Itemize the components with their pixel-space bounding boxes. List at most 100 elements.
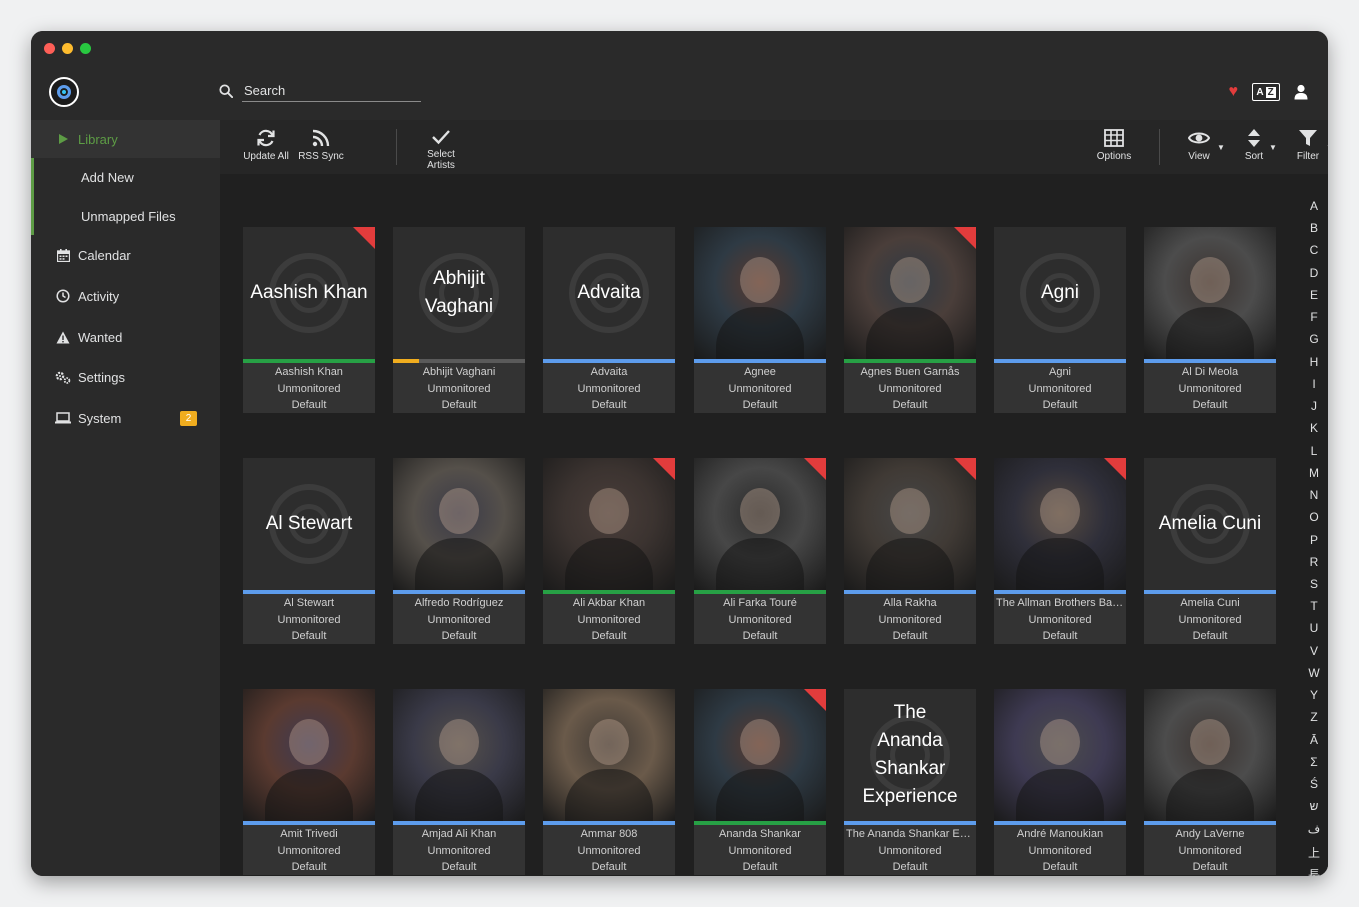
artist-card[interactable]: Andy LaVerne Unmonitored Default xyxy=(1144,689,1276,875)
jump-bar-letter[interactable]: N xyxy=(1300,488,1328,502)
artist-poster[interactable]: Abhijit Vaghani xyxy=(393,227,525,359)
jump-bar-letter[interactable]: P xyxy=(1300,533,1328,547)
jump-bar-letter[interactable]: H xyxy=(1300,355,1328,369)
view-menu-button[interactable]: View xyxy=(1180,120,1218,174)
jump-bar-letter[interactable]: W xyxy=(1300,666,1328,680)
artist-poster[interactable] xyxy=(543,689,675,821)
quality-profile: Default xyxy=(1192,861,1228,873)
jump-bar-letter[interactable]: U xyxy=(1300,621,1328,635)
search-input[interactable] xyxy=(242,80,421,102)
artist-card[interactable]: Advaita Advaita Unmonitored Default xyxy=(543,227,675,413)
user-icon[interactable] xyxy=(1294,84,1308,100)
sidebar-item-add-new[interactable]: Add New xyxy=(31,158,220,196)
sidebar-item-library[interactable]: Library xyxy=(31,120,220,158)
artist-poster[interactable] xyxy=(844,227,976,359)
artist-poster[interactable] xyxy=(393,458,525,590)
jump-bar-letter[interactable]: R xyxy=(1300,555,1328,569)
artist-card[interactable]: Agni Agni Unmonitored Default xyxy=(994,227,1126,413)
artist-poster[interactable]: Al Stewart xyxy=(243,458,375,590)
artist-poster[interactable] xyxy=(694,227,826,359)
artist-poster[interactable] xyxy=(994,458,1126,590)
jump-bar-letter[interactable]: ف xyxy=(1300,822,1328,836)
select-artists-button[interactable]: Select Artists xyxy=(414,120,468,174)
jump-bar-letter[interactable]: Ś xyxy=(1300,777,1328,791)
jump-bar-letter[interactable]: Z xyxy=(1300,710,1328,724)
artist-poster[interactable]: The Ananda Shankar Experience xyxy=(844,689,976,821)
translate-icon[interactable]: AZ xyxy=(1252,83,1280,101)
monitor-status: Unmonitored xyxy=(1178,382,1242,395)
jump-bar-letter[interactable]: K xyxy=(1300,421,1328,435)
artist-poster[interactable] xyxy=(393,689,525,821)
jump-bar-letter[interactable]: Σ xyxy=(1300,755,1328,769)
jump-bar-letter[interactable]: D xyxy=(1300,266,1328,280)
jump-bar-letter[interactable]: L xyxy=(1300,444,1328,458)
sidebar-item-wanted[interactable]: Wanted xyxy=(31,318,220,356)
sort-label: Sort xyxy=(1244,151,1264,162)
options-button[interactable]: Options xyxy=(1092,120,1136,174)
artist-card[interactable]: Ali Akbar Khan Unmonitored Default xyxy=(543,458,675,644)
artist-card[interactable]: Al Di Meola Unmonitored Default xyxy=(1144,227,1276,413)
jump-bar-letter[interactable]: G xyxy=(1300,332,1328,346)
artist-card[interactable]: André Manoukian Unmonitored Default xyxy=(994,689,1126,875)
artist-poster[interactable] xyxy=(694,458,826,590)
artist-card[interactable]: Ananda Shankar Unmonitored Default xyxy=(694,689,826,875)
artist-card[interactable]: Abhijit Vaghani Abhijit Vaghani Unmonitore… xyxy=(393,227,525,413)
filter-menu-button[interactable]: Filter xyxy=(1290,120,1326,174)
artist-card[interactable]: Amjad Ali Khan Unmonitored Default xyxy=(393,689,525,875)
donate-heart-icon[interactable]: ♥ xyxy=(1229,84,1239,100)
artist-card[interactable]: Aashish Khan Aashish Khan Unmonitored Defau… xyxy=(243,227,375,413)
minimize-window-button[interactable] xyxy=(62,43,73,54)
jump-bar-letter[interactable]: ש xyxy=(1300,799,1328,813)
sidebar-item-activity[interactable]: Activity xyxy=(31,277,220,315)
artist-poster[interactable] xyxy=(994,689,1126,821)
jump-bar-letter[interactable]: A xyxy=(1300,199,1328,213)
artist-card[interactable]: Ali Farka Touré Unmonitored Default xyxy=(694,458,826,644)
maximize-window-button[interactable] xyxy=(80,43,91,54)
jump-bar-letter[interactable]: C xyxy=(1300,243,1328,257)
jump-bar-letter[interactable]: E xyxy=(1300,288,1328,302)
lidarr-logo-icon[interactable] xyxy=(49,77,79,107)
jump-bar-letter[interactable]: B xyxy=(1300,221,1328,235)
artist-poster[interactable]: Agni xyxy=(994,227,1126,359)
artist-poster[interactable]: Aashish Khan xyxy=(243,227,375,359)
artist-card[interactable]: Agnee Unmonitored Default xyxy=(694,227,826,413)
jump-bar-letter[interactable]: O xyxy=(1300,510,1328,524)
sort-menu-button[interactable]: Sort xyxy=(1236,120,1272,174)
artist-card[interactable]: The Allman Brothers Band Unmonitored Defau… xyxy=(994,458,1126,644)
jump-bar-letter[interactable]: J xyxy=(1300,399,1328,413)
jump-bar-letter[interactable]: F xyxy=(1300,310,1328,324)
artist-poster[interactable] xyxy=(1144,689,1276,821)
jump-bar-letter[interactable]: 上 xyxy=(1300,844,1328,861)
artist-poster[interactable] xyxy=(243,689,375,821)
jump-bar-letter[interactable]: M xyxy=(1300,466,1328,480)
close-window-button[interactable] xyxy=(44,43,55,54)
artist-poster[interactable]: Amelia Cuni xyxy=(1144,458,1276,590)
sidebar-item-calendar[interactable]: Calendar xyxy=(31,236,220,274)
jump-bar-letter[interactable]: Ā xyxy=(1300,733,1328,747)
jump-bar-letter[interactable]: 長 xyxy=(1300,866,1328,876)
jump-bar-letter[interactable]: T xyxy=(1300,599,1328,613)
artist-card[interactable]: Al Stewart Al Stewart Unmonitored Default xyxy=(243,458,375,644)
jump-bar-letter[interactable]: S xyxy=(1300,577,1328,591)
artist-card[interactable]: Amelia Cuni Amelia Cuni Unmonitored Default xyxy=(1144,458,1276,644)
jump-bar-letter[interactable]: I xyxy=(1300,377,1328,391)
sidebar-item-unmapped-files[interactable]: Unmapped Files xyxy=(31,197,220,235)
rss-sync-button[interactable]: RSS Sync xyxy=(296,120,346,174)
artist-card[interactable]: The Ananda Shankar Experience The Ananda … xyxy=(844,689,976,875)
artist-poster[interactable] xyxy=(694,689,826,821)
sidebar-item-settings[interactable]: Settings xyxy=(31,358,220,396)
update-all-button[interactable]: Update All xyxy=(240,120,292,174)
artist-poster[interactable]: Advaita xyxy=(543,227,675,359)
jump-bar-letter[interactable]: V xyxy=(1300,644,1328,658)
artist-card[interactable]: Agnes Buen Garnås Unmonitored Default xyxy=(844,227,976,413)
artist-card[interactable]: Alfredo Rodríguez Unmonitored Default xyxy=(393,458,525,644)
artist-poster[interactable] xyxy=(844,458,976,590)
artist-card[interactable]: Ammar 808 Unmonitored Default xyxy=(543,689,675,875)
artist-poster[interactable] xyxy=(543,458,675,590)
jump-bar-letter[interactable]: Y xyxy=(1300,688,1328,702)
artist-card[interactable]: Alla Rakha Unmonitored Default xyxy=(844,458,976,644)
artist-poster[interactable] xyxy=(1144,227,1276,359)
sidebar-item-system[interactable]: System 2 xyxy=(31,399,220,437)
quality-profile: Default xyxy=(1042,630,1078,642)
artist-card[interactable]: Amit Trivedi Unmonitored Default xyxy=(243,689,375,875)
